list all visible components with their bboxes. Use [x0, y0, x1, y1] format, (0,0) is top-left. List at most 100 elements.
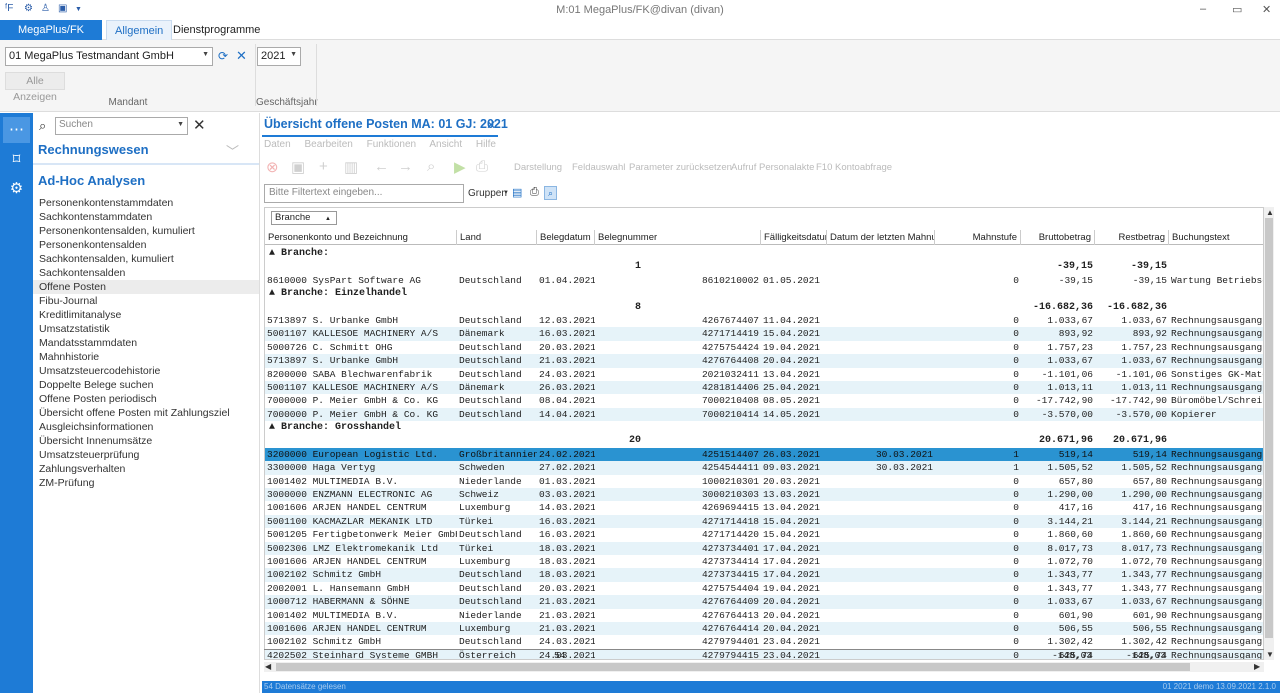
toolbar-darstellung[interactable]: Darstellung — [514, 162, 562, 173]
table-row[interactable]: 3000000 ENZMANN ELECTRONIC AG Schweiz 03.0… — [265, 488, 1263, 502]
menu-bearbeiten[interactable]: Bearbeiten — [304, 139, 352, 150]
tab-dienstprogramme[interactable]: Dienstprogramme — [165, 20, 268, 40]
table-row[interactable]: 1001402 MULTIMEDIA B.V. Niederlande 21.03.… — [265, 609, 1263, 622]
group-header[interactable]: ▲ Branche: Grosshandel — [265, 421, 1263, 434]
filter-input[interactable]: Bitte Filtertext eingeben... — [264, 184, 464, 203]
nav-item[interactable]: Sachkontensalden — [33, 266, 259, 280]
nav-item[interactable]: Ausgleichsinformationen — [33, 420, 259, 434]
table-row[interactable]: 5001100 KACMAZLAR MEKANIK LTD Türkei 16.03… — [265, 514, 1263, 529]
add-icon[interactable]: + — [319, 158, 328, 175]
delete-icon[interactable]: ▥ — [344, 158, 358, 176]
close-button[interactable]: ✕ — [1262, 3, 1271, 16]
nav-item[interactable]: Umsatzsteuercodehistorie — [33, 364, 259, 378]
close-icon[interactable]: ✕ — [236, 48, 247, 64]
table-row[interactable]: 8610000 SysPart Software AG Deutschland 01… — [265, 274, 1263, 287]
menu-daten[interactable]: Daten — [264, 139, 291, 150]
section-title-adhoc[interactable]: Ad-Hoc Analysen — [38, 173, 145, 188]
toolbar-feldauswahl[interactable]: Feldauswahl — [572, 162, 625, 173]
toolbar-kontoabfrage[interactable]: F10 Kontoabfrage — [816, 162, 892, 173]
column-header-land[interactable]: Land — [457, 230, 537, 245]
nav-item[interactable]: ZM-Prüfung — [33, 476, 259, 490]
save-icon[interactable]: ▣ — [291, 158, 305, 176]
column-header-rest[interactable]: Restbetrag — [1095, 230, 1169, 245]
cancel-icon[interactable]: ⊗ — [266, 158, 279, 176]
table-row[interactable]: 5713897 S. Urbanke GmbH Deutschland 12.03.… — [265, 314, 1263, 327]
forward-arrow-icon[interactable]: → — [398, 158, 413, 175]
menu-funktionen[interactable]: Funktionen — [367, 139, 416, 150]
chevron-down-icon[interactable]: ▼ — [503, 190, 509, 196]
year-select[interactable]: 2021 ▼ — [257, 47, 301, 66]
group-header[interactable]: ▲ Branche: — [265, 247, 1263, 260]
nav-item[interactable]: Offene Posten — [33, 280, 259, 294]
table-row[interactable]: 1001606 ARJEN HANDEL CENTRUM Luxemburg 18.… — [265, 555, 1263, 568]
menu-hilfe[interactable]: Hilfe — [476, 139, 496, 150]
minimize-button[interactable]: – — [1200, 3, 1206, 15]
group-chip-branche[interactable]: Branche ▲ — [271, 211, 337, 225]
nav-item[interactable]: Mahnhistorie — [33, 350, 259, 364]
nav-item[interactable]: Mandatsstammdaten — [33, 336, 259, 350]
table-row[interactable]: 1001606 ARJEN HANDEL CENTRUM Luxemburg 14.… — [265, 501, 1263, 514]
table-row[interactable]: 5001205 Fertigbetonwerk Meier GmbH Deutsc… — [265, 528, 1263, 541]
table-row[interactable]: 7000000 P. Meier GmbH & Co. KG Deutschlan… — [265, 394, 1263, 407]
toolbar-parameter-zuruecksetzen[interactable]: Parameter zurücksetzen — [629, 162, 732, 173]
table-row[interactable]: 5713897 S. Urbanke GmbH Deutschland 21.03.… — [265, 354, 1263, 368]
menu-ansicht[interactable]: Ansicht — [429, 139, 462, 150]
scroll-up-icon[interactable]: ▲ — [1266, 208, 1274, 217]
mandant-select[interactable]: 01 MegaPlus Testmandant GmbH ▼ — [5, 47, 213, 66]
search-input[interactable]: Suchen ▼ — [55, 117, 188, 135]
back-arrow-icon[interactable]: ← — [374, 158, 389, 175]
column-header-faelligkeit[interactable]: Fälligkeitsdatum — [761, 230, 827, 245]
group-header[interactable]: ▲ Branche: Einzelhandel — [265, 287, 1263, 300]
gruppen-dropdown[interactable]: Gruppen — [468, 188, 507, 199]
table-row[interactable]: 1000712 HABERMANN & SÖHNE Deutschland 21.0… — [265, 595, 1263, 609]
nav-item[interactable]: Sachkontenstammdaten — [33, 210, 259, 224]
app-tab[interactable]: MegaPlus/FK — [0, 20, 102, 40]
table-row[interactable]: 5001107 KALLESOE MACHINERY A/S Dänemark 26… — [265, 380, 1263, 395]
run-icon[interactable]: ▶ — [454, 158, 466, 176]
nav-item[interactable]: Fibu-Journal — [33, 294, 259, 308]
search-icon[interactable]: ⌕ — [544, 186, 557, 200]
grid-settings-icon[interactable]: ▤ — [512, 186, 522, 199]
scroll-down-icon[interactable]: ▼ — [1266, 650, 1274, 659]
maximize-button[interactable]: ▭ — [1232, 3, 1242, 16]
toolbar-aufruf-personalakte[interactable]: Aufruf Personalakte — [731, 162, 814, 173]
vertical-scroll-thumb[interactable] — [1265, 218, 1273, 638]
table-row[interactable]: 8200000 SABA Blechwarenfabrik Deutschland… — [265, 368, 1263, 381]
table-row[interactable]: 3300000 Haga Vertyg Schweden 27.02.2021 425… — [265, 461, 1263, 475]
nav-item[interactable]: Umsatzstatistik — [33, 322, 259, 336]
table-row[interactable]: 2002001 L. Hansemann GmbH Deutschland 20.0… — [265, 582, 1263, 595]
section-title-rechnungswesen[interactable]: Rechnungswesen — [38, 142, 149, 157]
nav-item[interactable]: Zahlungsverhalten — [33, 462, 259, 476]
nav-item[interactable]: Übersicht offene Posten mit Zahlungsziel — [33, 406, 259, 420]
nav-item[interactable]: Sachkontensalden, kumuliert — [33, 252, 259, 266]
print-icon[interactable]: ⎙ — [476, 158, 488, 175]
table-row[interactable]: 1001402 MULTIMEDIA B.V. Niederlande 01.03.… — [265, 475, 1263, 488]
nav-item[interactable]: Doppelte Belege suchen — [33, 378, 259, 392]
column-header-mahnung[interactable]: Datum der letzten Mahnung — [827, 230, 935, 245]
nav-item[interactable]: Offene Posten periodisch — [33, 392, 259, 406]
nav-item[interactable]: Personenkontenstammdaten — [33, 196, 259, 210]
table-row[interactable]: 7000000 P. Meier GmbH & Co. KG Deutschlan… — [265, 407, 1263, 422]
document-tab[interactable]: Übersicht offene Posten MA: 01 GJ: 2021 — [264, 117, 508, 135]
table-row[interactable]: 5002306 LMZ Elektromekanik Ltd Türkei 18.0… — [265, 541, 1263, 555]
dots-menu-icon[interactable]: ⋯ — [3, 117, 30, 143]
column-header-mahnstufe[interactable]: Mahnstufe — [935, 230, 1021, 245]
search-icon[interactable]: ⌕ — [427, 158, 435, 175]
nav-item[interactable]: Personenkontensalden, kumuliert — [33, 224, 259, 238]
refresh-icon[interactable]: ⟳ — [218, 49, 228, 63]
close-icon[interactable]: ✕ — [193, 116, 206, 134]
horizontal-scroll-thumb[interactable] — [276, 663, 1190, 671]
table-row[interactable]: 3200000 European Logistic Ltd. Großbritan… — [265, 447, 1263, 462]
gear-icon[interactable]: ⚙ — [3, 176, 30, 202]
column-header-belegnummer[interactable]: Belegnummer — [595, 230, 761, 245]
nav-item[interactable]: Personenkontensalden — [33, 238, 259, 252]
alle-anzeigen-button[interactable]: Alle Anzeigen — [5, 72, 65, 103]
table-row[interactable]: 1001606 ARJEN HANDEL CENTRUM Luxemburg 21.… — [265, 621, 1263, 636]
column-header-buchungstext[interactable]: Buchungstext — [1169, 230, 1263, 245]
tab-allgemein[interactable]: Allgemein — [106, 20, 173, 40]
nav-item[interactable]: Übersicht Innenumsätze — [33, 434, 259, 448]
table-row[interactable]: 1002102 Schmitz GmbH Deutschland 24.03.202… — [265, 635, 1263, 648]
table-row[interactable]: 5000726 C. Schmitt OHG Deutschland 20.03.2… — [265, 341, 1263, 354]
bookmark-icon[interactable]: ⌑ — [3, 147, 30, 173]
scroll-left-icon[interactable]: ◀ — [265, 662, 271, 671]
